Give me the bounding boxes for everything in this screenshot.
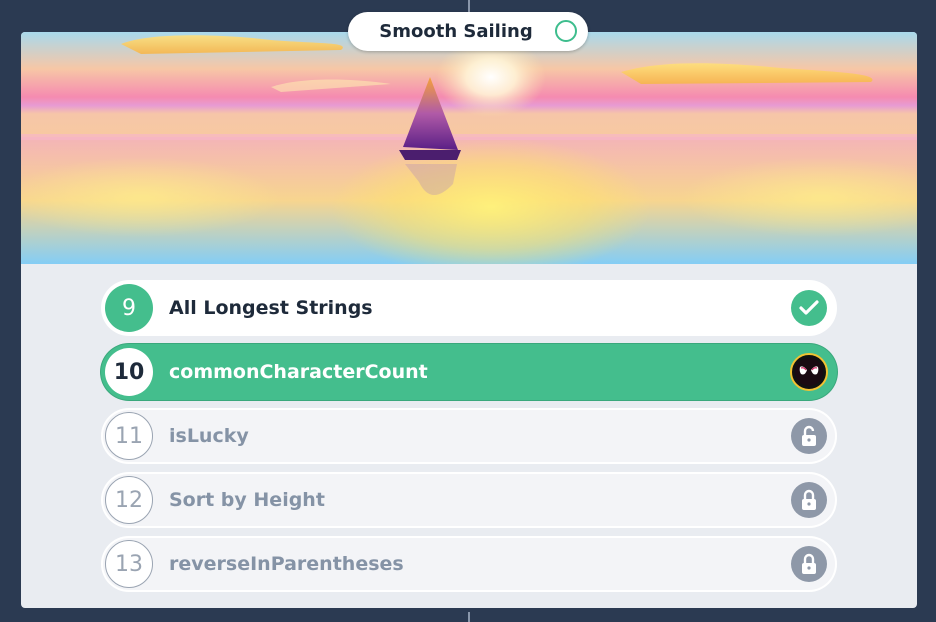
level-item-10[interactable]: 10 commonCharacterCount <box>101 344 837 400</box>
level-list: 9 All Longest Strings 10 commonCharacter… <box>101 280 837 600</box>
circle-outline-icon <box>555 20 577 42</box>
level-name: commonCharacterCount <box>169 361 428 383</box>
path-connector-top <box>468 0 470 12</box>
chapter-title: Smooth Sailing <box>379 21 533 42</box>
avatar <box>790 353 828 391</box>
level-number: 12 <box>105 476 153 524</box>
level-name: Sort by Height <box>169 489 325 511</box>
sunset-sailboat-banner <box>21 32 917 264</box>
path-connector-bottom <box>468 612 470 622</box>
level-item-11[interactable]: 11 isLucky <box>101 408 837 464</box>
level-item-13[interactable]: 13 reverseInParentheses <box>101 536 837 592</box>
chapter-title-pill: Smooth Sailing <box>348 12 588 51</box>
level-item-12[interactable]: 12 Sort by Height <box>101 472 837 528</box>
unlock-icon <box>791 418 827 454</box>
check-icon <box>791 290 827 326</box>
level-name: isLucky <box>169 425 249 447</box>
level-name: All Longest Strings <box>169 297 373 319</box>
lock-icon <box>791 546 827 582</box>
level-number: 10 <box>105 348 153 396</box>
lock-icon <box>791 482 827 518</box>
level-name: reverseInParentheses <box>169 553 404 575</box>
level-item-9[interactable]: 9 All Longest Strings <box>101 280 837 336</box>
level-number: 9 <box>105 284 153 332</box>
level-number: 13 <box>105 540 153 588</box>
level-number: 11 <box>105 412 153 460</box>
